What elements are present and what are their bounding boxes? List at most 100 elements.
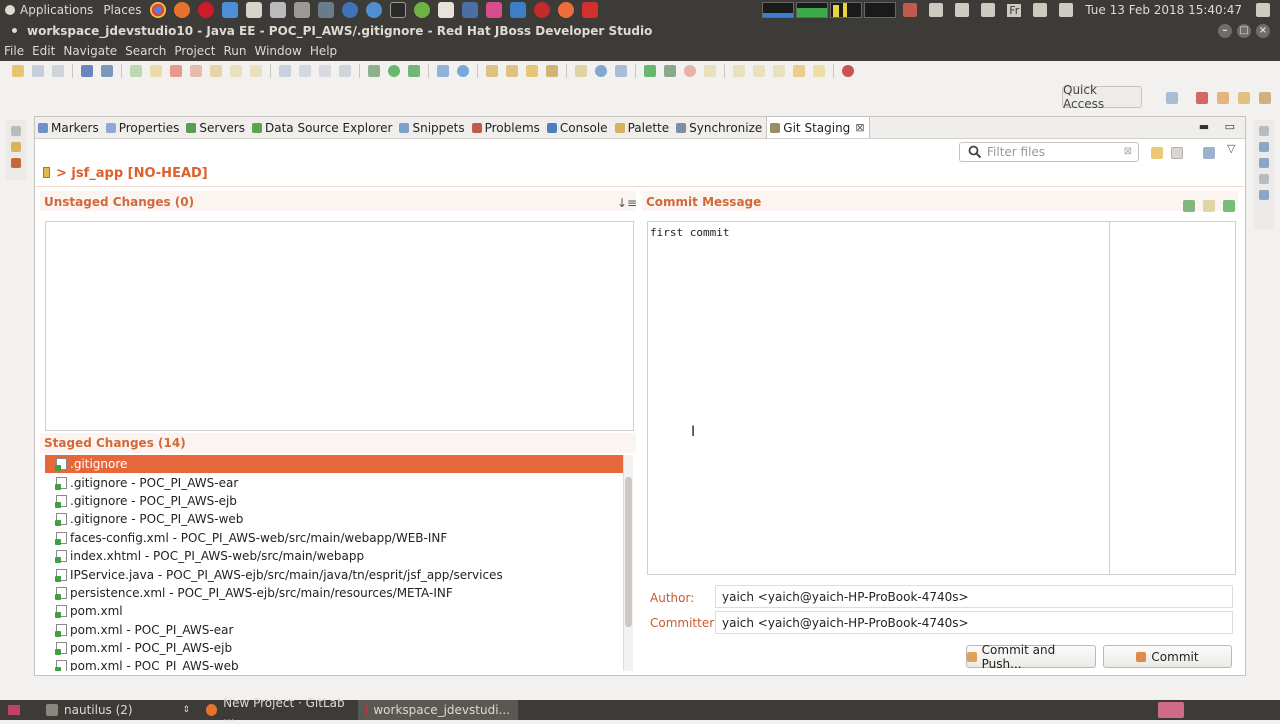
publish-icon[interactable] xyxy=(704,65,716,77)
resume-icon[interactable] xyxy=(130,65,142,77)
taskbar-item-jboss[interactable]: workspace_jdevstudi... xyxy=(358,700,518,720)
tab-data-source-explorer[interactable]: Data Source Explorer xyxy=(249,117,396,138)
new-java-class-icon[interactable] xyxy=(457,65,469,77)
dropbox-icon[interactable] xyxy=(222,2,239,18)
star-icon[interactable] xyxy=(486,2,503,18)
minimize-view-icon[interactable]: ▬ xyxy=(1199,120,1209,133)
applications-menu[interactable]: Applications xyxy=(0,0,98,20)
commit-and-push-button[interactable]: Commit and Push... xyxy=(966,643,1096,671)
project-explorer-icon[interactable] xyxy=(11,158,21,168)
staged-file-row[interactable]: persistence.xml - POC_PI_AWS-ejb/src/mai… xyxy=(45,584,623,602)
tab-console[interactable]: Console xyxy=(544,117,612,138)
last-edit-icon[interactable] xyxy=(773,65,785,77)
wifi-icon[interactable] xyxy=(981,3,996,17)
menu-search[interactable]: Search xyxy=(121,44,170,58)
coverage-icon[interactable] xyxy=(408,65,420,77)
chrome-icon[interactable] xyxy=(150,2,167,18)
battery-icon[interactable] xyxy=(1033,3,1048,17)
terminal-icon[interactable] xyxy=(390,2,407,18)
globe-icon[interactable] xyxy=(595,65,607,77)
menu-edit[interactable]: Edit xyxy=(28,44,59,58)
postman-icon[interactable] xyxy=(558,2,575,18)
tab-synchronize[interactable]: Synchronize xyxy=(673,117,766,138)
opera-icon[interactable] xyxy=(198,2,215,18)
tab-servers[interactable]: Servers xyxy=(183,117,249,138)
firefox-icon[interactable] xyxy=(174,2,191,18)
pencil-icon[interactable] xyxy=(546,65,558,77)
places-menu[interactable]: Places xyxy=(98,0,146,20)
prev-annotation-icon[interactable] xyxy=(753,65,765,77)
committer-field[interactable]: yaich <yaich@yaich-HP-ProBook-4740s> xyxy=(715,611,1233,634)
java-ee-perspective-icon[interactable] xyxy=(1217,92,1229,104)
screenshot-icon[interactable] xyxy=(318,2,335,18)
menu-help[interactable]: Help xyxy=(306,44,341,58)
maximize-view-icon[interactable]: ▭ xyxy=(1225,120,1235,133)
restore-icon[interactable] xyxy=(11,126,21,136)
clear-filter-icon[interactable]: ⊠ xyxy=(1124,146,1132,157)
refresh-icon[interactable] xyxy=(1151,147,1163,159)
restore-right-icon[interactable] xyxy=(1259,126,1269,136)
signed-off-icon[interactable] xyxy=(1203,200,1215,212)
open-file-icon[interactable] xyxy=(506,65,518,77)
save-icon[interactable] xyxy=(32,65,44,77)
commit-message-text[interactable]: first commit xyxy=(650,226,729,239)
new-icon[interactable] xyxy=(12,65,24,77)
sync-icon[interactable] xyxy=(955,3,970,17)
tab-palette[interactable]: Palette xyxy=(612,117,674,138)
taskbar-item-nautilus[interactable]: nautilus (2) ⇕ xyxy=(38,700,198,720)
menu-project[interactable]: Project xyxy=(170,44,219,58)
staged-file-row[interactable]: faces-config.xml - POC_PI_AWS-web/src/ma… xyxy=(45,529,623,547)
jboss-central-icon[interactable] xyxy=(842,65,854,77)
skip-breakpoints-icon[interactable] xyxy=(101,65,113,77)
swirl-icon[interactable] xyxy=(366,2,383,18)
staged-file-row[interactable]: .gitignore - POC_PI_AWS-web xyxy=(45,510,623,528)
tab-problems[interactable]: Problems xyxy=(469,117,544,138)
start-server-icon[interactable] xyxy=(644,65,656,77)
debug-server-icon[interactable] xyxy=(664,65,676,77)
restore-right-2-icon[interactable] xyxy=(1259,174,1269,184)
terminal-toolbar-icon[interactable] xyxy=(81,65,93,77)
forward-icon[interactable] xyxy=(813,65,825,77)
unstaged-list[interactable] xyxy=(45,221,634,431)
change-id-icon[interactable] xyxy=(1223,200,1235,212)
xmind-icon[interactable] xyxy=(582,2,599,18)
step-into-icon[interactable] xyxy=(210,65,222,77)
show-desktop-icon[interactable] xyxy=(8,705,20,715)
debug-icon[interactable] xyxy=(368,65,380,77)
open-task-icon[interactable] xyxy=(319,65,331,77)
settings-icon[interactable] xyxy=(246,2,263,18)
open-type-icon[interactable] xyxy=(299,65,311,77)
filter-files-input[interactable]: Filter files ⊠ xyxy=(959,142,1139,162)
jboss-perspective-icon[interactable] xyxy=(1196,92,1208,104)
staged-file-row[interactable]: IPService.java - POC_PI_AWS-ejb/src/main… xyxy=(45,565,623,583)
column-layout-icon[interactable] xyxy=(1203,147,1215,159)
power-icon[interactable] xyxy=(1256,3,1270,17)
window-menu-icon[interactable] xyxy=(12,28,17,33)
staged-file-row[interactable]: .gitignore xyxy=(45,455,623,474)
open-folder-icon[interactable] xyxy=(486,65,498,77)
task-list-icon[interactable] xyxy=(1259,158,1269,168)
git-perspective-icon[interactable] xyxy=(1259,92,1271,104)
network-icon[interactable] xyxy=(342,2,359,18)
keyboard-layout[interactable]: Fr xyxy=(1007,3,1022,17)
text-editor-icon[interactable] xyxy=(438,2,455,18)
spring-icon[interactable] xyxy=(414,2,431,18)
author-field[interactable]: yaich <yaich@yaich-HP-ProBook-4740s> xyxy=(715,585,1233,608)
view-menu-icon[interactable]: ▽ xyxy=(1227,142,1235,155)
open-perspective-icon[interactable] xyxy=(1166,92,1178,104)
search-toolbar-icon[interactable] xyxy=(526,65,538,77)
staged-file-row[interactable]: .gitignore - POC_PI_AWS-ear xyxy=(45,473,623,491)
staged-file-row[interactable]: pom.xml - POC_PI_AWS-ejb xyxy=(45,639,623,657)
outline-icon[interactable] xyxy=(279,65,291,77)
staged-file-row[interactable]: index.xhtml - POC_PI_AWS-web/src/main/we… xyxy=(45,547,623,565)
redhat-icon[interactable] xyxy=(534,2,551,18)
volume-icon[interactable] xyxy=(1059,3,1074,17)
commit-button[interactable]: Commit xyxy=(1103,645,1232,668)
external-tools-icon[interactable] xyxy=(437,65,449,77)
java-perspective-icon[interactable] xyxy=(1238,92,1250,104)
minimize-button[interactable]: – xyxy=(1218,23,1232,38)
terminate-icon[interactable] xyxy=(170,65,182,77)
plugin-icon[interactable] xyxy=(270,2,287,18)
next-annotation-icon[interactable] xyxy=(733,65,745,77)
menu-window[interactable]: Window xyxy=(250,44,305,58)
